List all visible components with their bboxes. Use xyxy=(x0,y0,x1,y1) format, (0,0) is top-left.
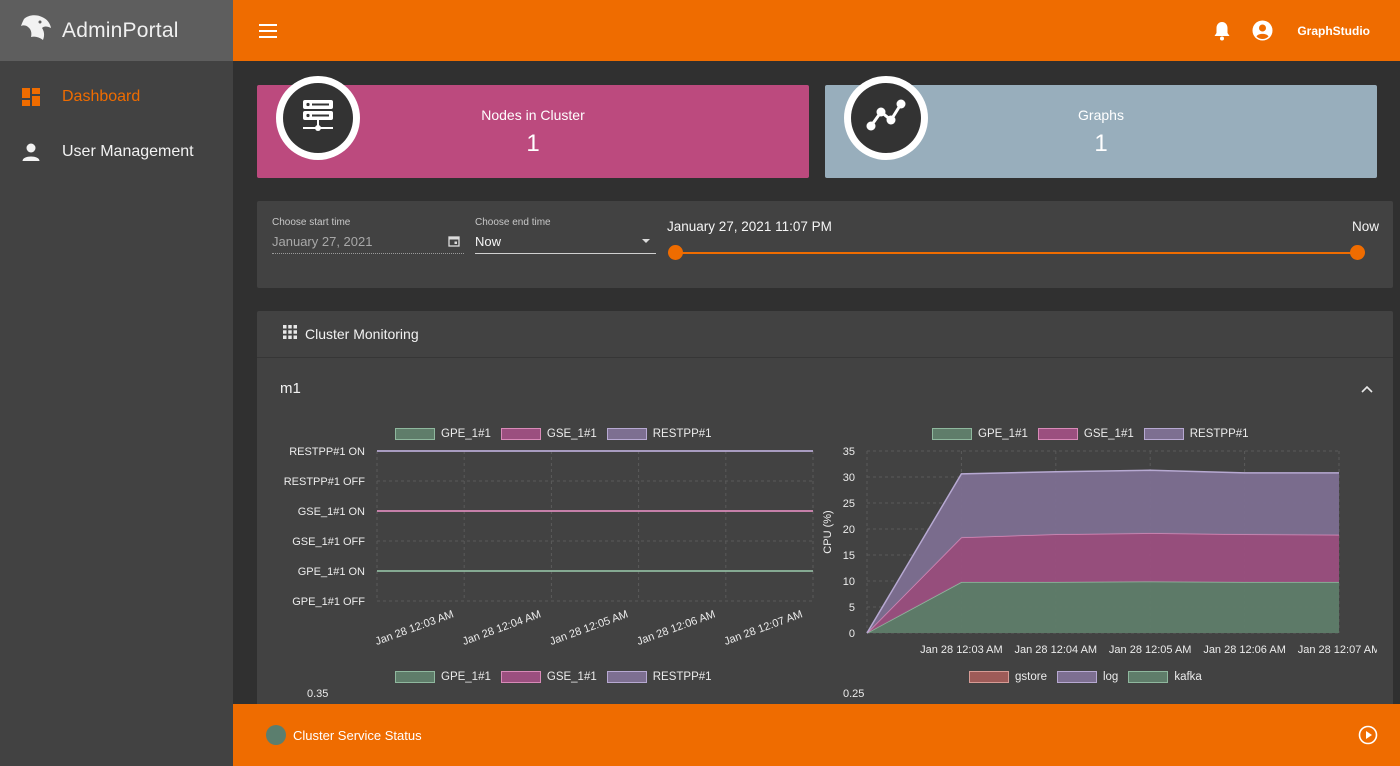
dashboard-icon xyxy=(21,87,41,107)
cluster-status-label[interactable]: Cluster Service Status xyxy=(293,728,422,743)
user-name[interactable]: GraphStudio xyxy=(1297,24,1370,38)
y-tick-label: GSE_1#1 OFF xyxy=(292,536,365,548)
monitor-header: Cluster Monitoring xyxy=(257,311,1393,358)
start-time-value: January 27, 2021 xyxy=(272,234,373,249)
card-title: Nodes in Cluster xyxy=(481,107,585,123)
x-tick-label: Jan 28 12:05 AM xyxy=(1109,644,1192,656)
y-tick-label: RESTPP#1 ON xyxy=(289,446,365,458)
bell-icon[interactable] xyxy=(1211,20,1233,42)
sidebar-item-user-management[interactable]: User Management xyxy=(0,124,233,179)
start-time-label: Choose start time xyxy=(272,217,351,228)
x-tick-label: Jan 28 12:05 AM xyxy=(548,608,630,648)
calendar-icon[interactable] xyxy=(448,235,460,250)
chevron-up-icon[interactable] xyxy=(1361,380,1373,398)
x-tick-label: Jan 28 12:06 AM xyxy=(635,608,717,648)
x-tick-label: Jan 28 12:03 AM xyxy=(374,608,456,648)
end-time-select[interactable]: Now xyxy=(475,234,656,254)
node-section-title: m1 xyxy=(280,379,301,397)
card-title: Graphs xyxy=(1078,107,1124,123)
y-tick-label: 5 xyxy=(849,602,855,614)
y-tick-label: 30 xyxy=(843,472,855,484)
monitor-title: Cluster Monitoring xyxy=(305,326,419,342)
time-range-panel: Choose start time January 27, 2021 Choos… xyxy=(257,201,1393,288)
dropdown-arrow-icon[interactable] xyxy=(640,235,652,250)
y-tick-label: GSE_1#1 ON xyxy=(298,506,365,518)
y-tick-label: 25 xyxy=(843,498,855,510)
x-tick-label: Jan 28 12:04 AM xyxy=(1015,644,1098,656)
y-tick-label: 35 xyxy=(843,446,855,458)
y-tick-label: GPE_1#1 ON xyxy=(298,566,365,578)
card-value: 1 xyxy=(526,130,540,157)
account-circle-icon[interactable] xyxy=(1251,20,1273,42)
cpu-usage-chart: 0 5 10 15 20 25 30 35 CPU (%) Jan 28 12:03 AM Jan … xyxy=(822,446,1377,656)
sidebar-item-dashboard[interactable]: Dashboard xyxy=(0,69,233,124)
end-time-label: Choose end time xyxy=(475,217,551,228)
y-tick-label: 20 xyxy=(843,524,855,536)
x-tick-label: Jan 28 12:06 AM xyxy=(1203,644,1286,656)
time-range-slider[interactable] xyxy=(668,245,1365,260)
start-time-field[interactable]: Choose start time January 27, 2021 xyxy=(272,217,464,254)
service-status-chart: GPE_1#1 OFF GPE_1#1 ON GSE_1#1 OFF GSE_1#1 … xyxy=(284,446,814,648)
cluster-status-indicator xyxy=(266,725,286,745)
y-axis-label: CPU (%) xyxy=(822,510,834,553)
card-value: 1 xyxy=(1094,130,1108,157)
x-tick-label: Jan 28 12:03 AM xyxy=(920,644,1003,656)
end-time-value: Now xyxy=(475,234,502,249)
range-end-text: Now xyxy=(1351,219,1379,234)
node-section-header[interactable]: m1 xyxy=(257,358,1393,418)
y-tick-label: GPE_1#1 OFF xyxy=(292,596,365,608)
sidebar-item-label: Dashboard xyxy=(62,87,141,105)
play-circle-icon[interactable] xyxy=(1358,725,1378,745)
person-icon xyxy=(21,142,41,162)
slider-end-handle[interactable] xyxy=(1350,245,1365,260)
top-app-bar: GraphStudio xyxy=(233,0,1400,61)
sidebar-item-label: User Management xyxy=(62,142,194,160)
y-tick-label: 10 xyxy=(843,576,855,588)
start-time-input[interactable]: January 27, 2021 xyxy=(272,234,464,254)
y-tick-label: 0 xyxy=(849,628,855,640)
chart4-ytick-top: 0.25 xyxy=(843,688,865,700)
tiger-logo-icon xyxy=(20,13,54,48)
status-bar: Cluster Service Status xyxy=(233,704,1400,766)
x-tick-label: Jan 28 12:07 AM xyxy=(1298,644,1377,656)
cluster-monitoring-panel: Cluster Monitoring m1 GPE_1#1 GSE_1#1 RE… xyxy=(257,311,1393,704)
y-tick-label: 15 xyxy=(843,550,855,562)
sidebar: AdminPortal Dashboard User Management xyxy=(0,0,233,766)
menu-icon[interactable] xyxy=(259,23,277,38)
main-content: Nodes in Cluster 1 Graphs 1 Choose start… xyxy=(233,61,1400,704)
graphs-card[interactable]: Graphs 1 xyxy=(825,76,1377,178)
x-tick-label: Jan 28 12:04 AM xyxy=(461,608,543,648)
y-tick-label: RESTPP#1 OFF xyxy=(284,476,366,488)
apps-grid-icon xyxy=(283,324,297,344)
range-start-text: January 27, 2021 11:07 PM xyxy=(667,219,832,234)
x-tick-label: Jan 28 12:07 AM xyxy=(723,608,805,648)
brand-name: AdminPortal xyxy=(62,18,179,42)
end-time-field[interactable]: Choose end time Now xyxy=(475,217,656,254)
chart3-ytick-top: 0.35 xyxy=(307,688,329,700)
app-logo[interactable]: AdminPortal xyxy=(0,0,233,61)
slider-start-handle[interactable] xyxy=(668,245,683,260)
nodes-card[interactable]: Nodes in Cluster 1 xyxy=(257,76,809,178)
